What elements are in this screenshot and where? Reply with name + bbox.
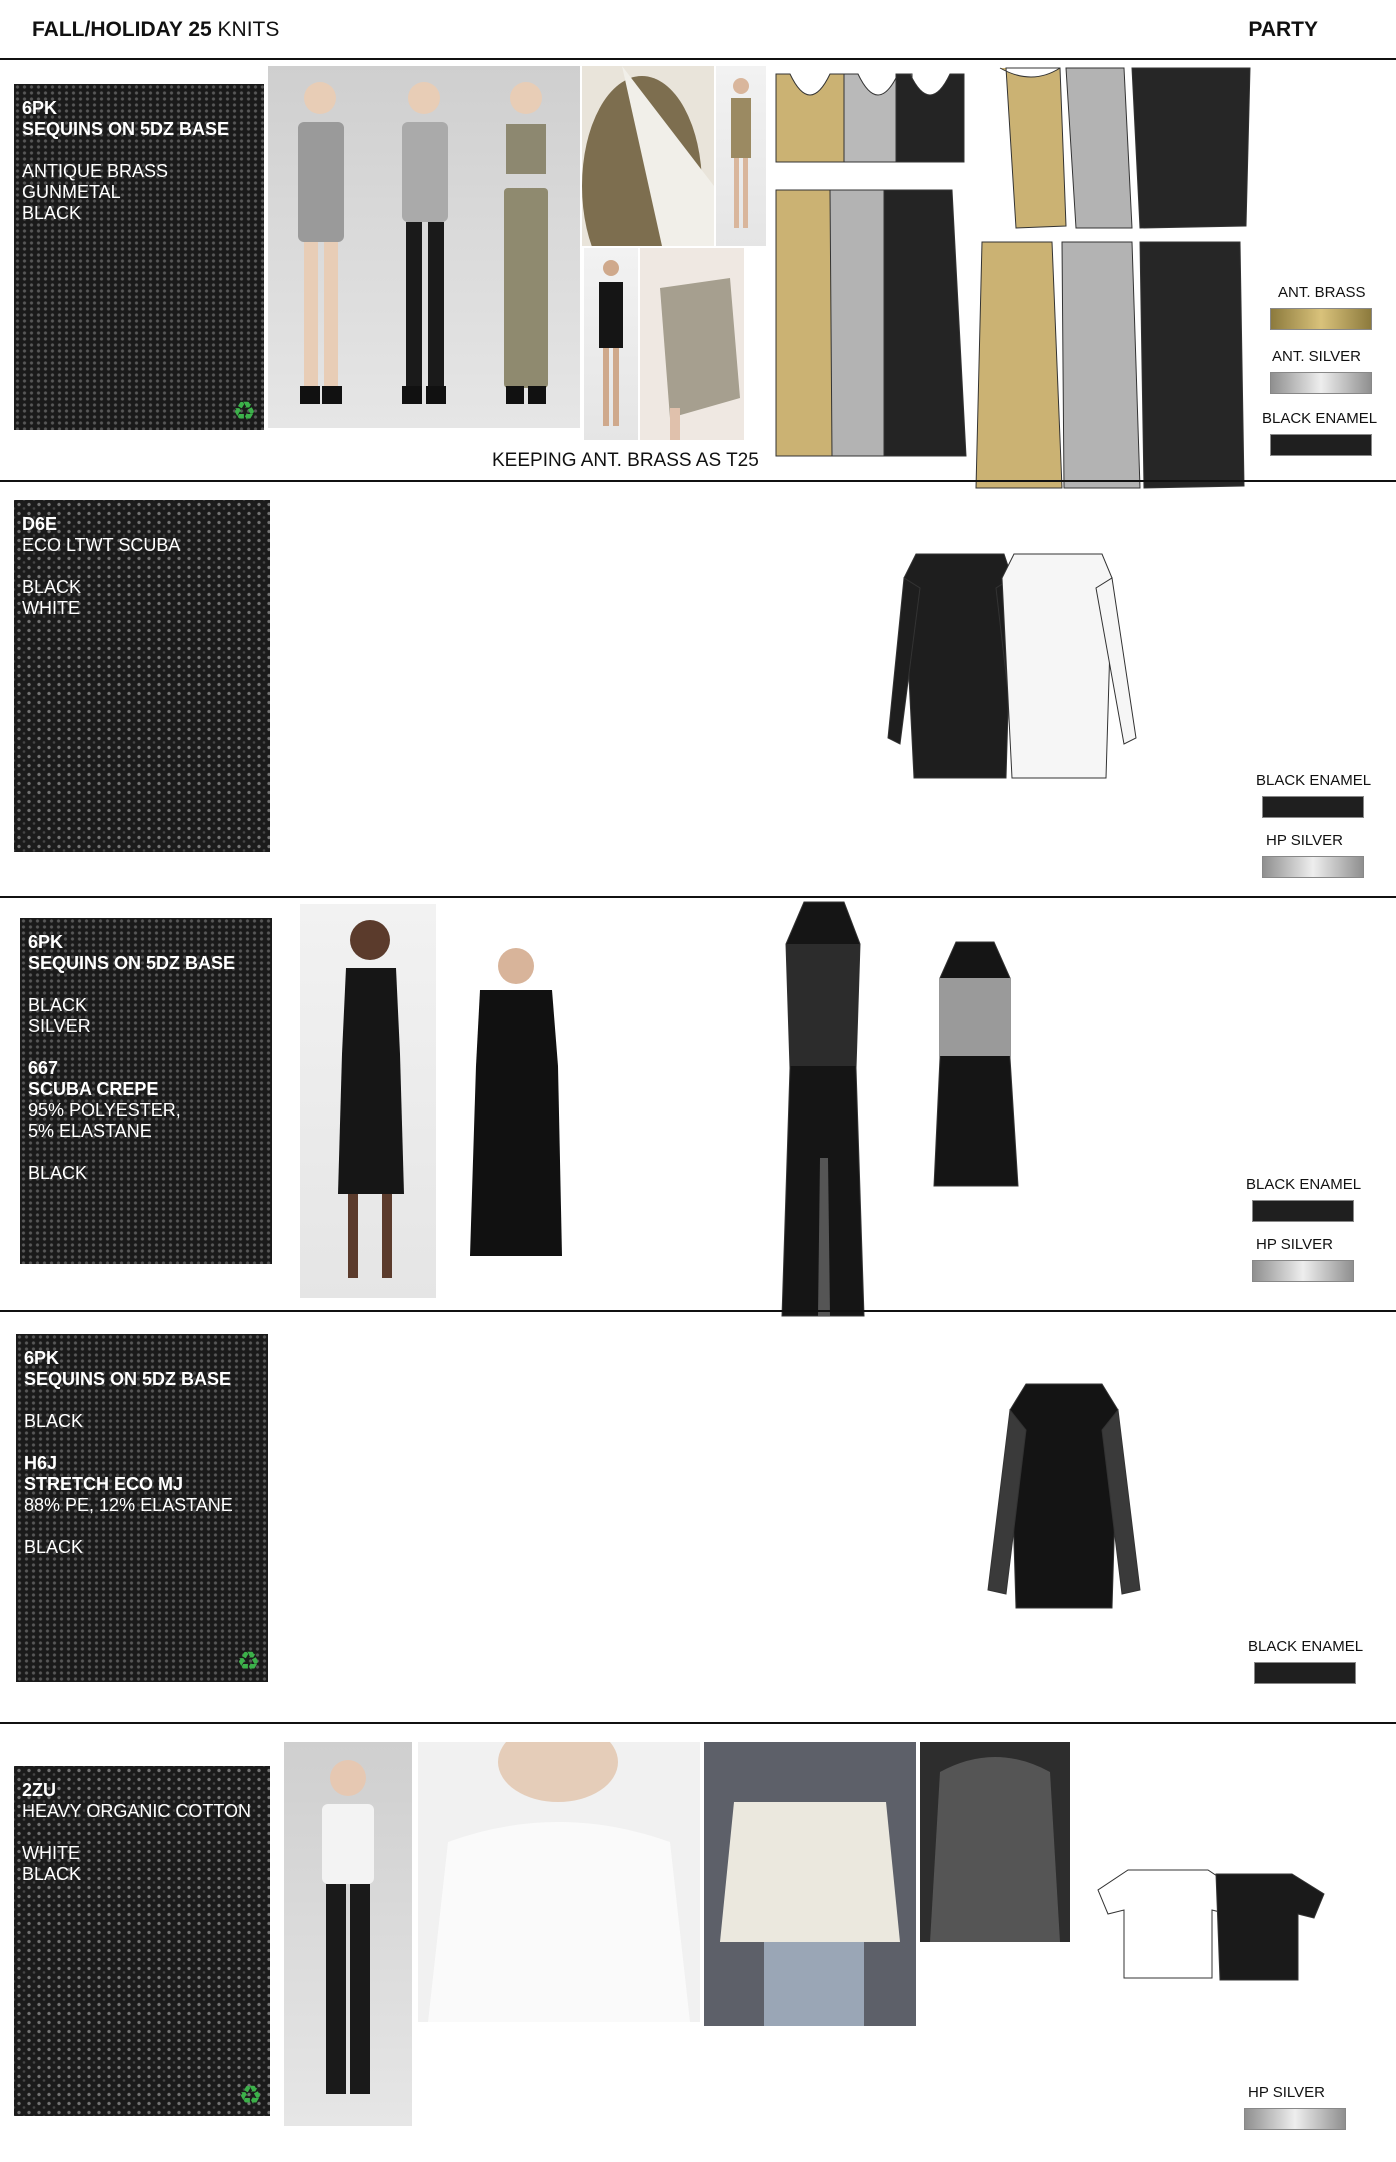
color-chip-label: ANT. BRASS (1278, 284, 1366, 301)
color-chip-hp-silver (1262, 856, 1364, 878)
flat-sketch-sequin-sleeve-dress (987, 1383, 1141, 1609)
crop-top-flats (775, 73, 965, 163)
recycle-icon: ♻ (232, 396, 256, 426)
divider (0, 480, 1396, 482)
skirt-flats (775, 189, 967, 457)
inspiration-photo (584, 248, 638, 440)
color-chip-black-enamel (1254, 1662, 1356, 1684)
color-chip-ant-silver (1270, 372, 1372, 394)
color-chip-label: BLACK ENAMEL (1256, 772, 1372, 789)
season-title: FALL/HOLIDAY 25 KNITS (32, 18, 280, 41)
model-figure (298, 82, 344, 404)
flat-sketch-halter-gown (781, 901, 865, 1317)
flat-sketch-halter-dress (933, 941, 1019, 1187)
fabric-swatch-card: 6PK SEQUINS ON 5DZ BASE BLACK SILVER 667… (20, 918, 272, 1264)
fabric-swatch-card: 2ZU HEAVY ORGANIC COTTON WHITE BLACK ♻ (14, 1766, 270, 2116)
inspiration-photo (418, 1742, 700, 2022)
inspiration-photo (440, 936, 584, 1256)
color-chip-ant-brass (1270, 308, 1372, 330)
fit-photo (284, 1742, 412, 2126)
color-chip-black-enamel (1262, 796, 1364, 818)
fabric-swatch-card: D6E ECO LTWT SCUBA BLACK WHITE (14, 500, 270, 852)
color-chip-label: BLACK ENAMEL (1248, 1638, 1364, 1655)
fabric-swatch-card: 6PK SEQUINS ON 5DZ BASE ANTIQUE BRASS GU… (14, 84, 264, 430)
color-chip-label: BLACK ENAMEL (1262, 410, 1378, 427)
dress-flats (975, 241, 1245, 489)
inspiration-photo (640, 248, 744, 440)
color-chip-black-enamel (1252, 1200, 1354, 1222)
inspiration-photo (716, 66, 766, 246)
color-chip-label: HP SILVER (1266, 832, 1343, 849)
inspiration-photo (920, 1742, 1070, 1942)
color-chip-hp-silver (1252, 1260, 1354, 1282)
recycle-icon: ♻ (236, 1646, 260, 1676)
color-chip-label: HP SILVER (1256, 1236, 1333, 1253)
divider (0, 1310, 1396, 1312)
flat-sketches-tee (1097, 1869, 1325, 1981)
design-note: KEEPING ANT. BRASS AS T25 (492, 450, 759, 471)
divider (0, 1722, 1396, 1724)
fabric-swatch-card: 6PK SEQUINS ON 5DZ BASE BLACK H6J STRETC… (16, 1334, 268, 1682)
divider (0, 896, 1396, 898)
category-title: PARTY (1248, 18, 1318, 41)
fit-photo-strip (268, 66, 580, 428)
inspiration-photo (582, 66, 714, 246)
top-flats (999, 67, 1251, 229)
color-chip-black-enamel (1270, 434, 1372, 456)
color-chip-label: BLACK ENAMEL (1246, 1176, 1362, 1193)
color-chip-label: ANT. SILVER (1272, 348, 1361, 365)
flat-sketches-long-sleeve-dress (887, 553, 1137, 779)
flat-sketches-sequin-group (775, 67, 1251, 489)
recycle-icon: ♻ (238, 2080, 262, 2110)
color-chip-label: HP SILVER (1248, 2084, 1325, 2101)
inspiration-photo (300, 904, 436, 1298)
inspiration-photo (704, 1742, 916, 2026)
color-chip-hp-silver (1244, 2108, 1346, 2130)
divider (0, 58, 1396, 60)
